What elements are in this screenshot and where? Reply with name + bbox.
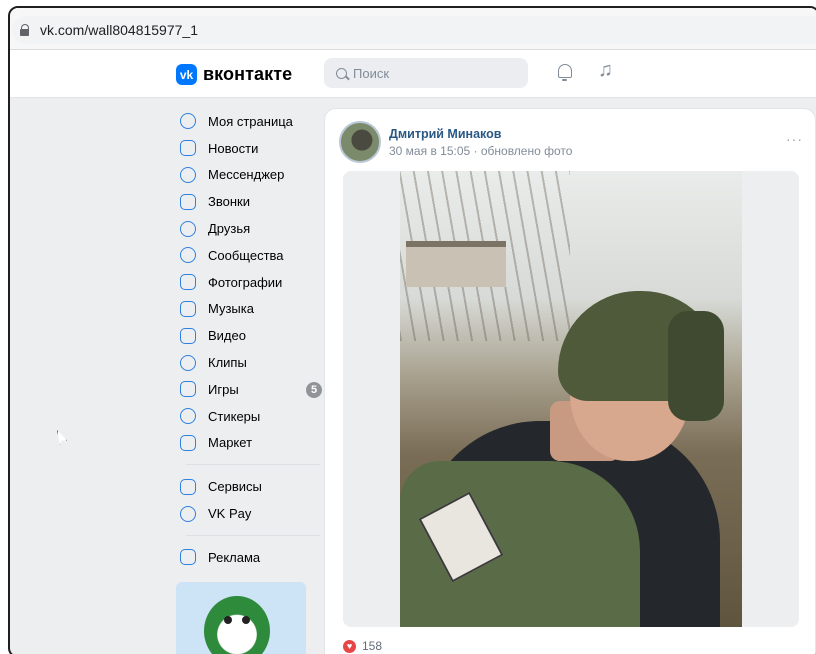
- sidebar-item-label: Моя страница: [208, 113, 293, 129]
- sidebar-divider: [186, 464, 320, 466]
- sidebar-item-label: Мессенджер: [208, 167, 285, 183]
- sidebar-item-label: Сервисы: [208, 479, 262, 495]
- sidebar-item-stickers[interactable]: Стикеры: [176, 403, 316, 430]
- sidebar-item-games[interactable]: Игры 5: [176, 376, 322, 403]
- sidebar-item-market[interactable]: Маркет: [176, 430, 316, 457]
- promo-eye: [242, 616, 250, 624]
- sidebar-item-photos[interactable]: Фотографии: [176, 269, 316, 296]
- sidebar-item-vkpay[interactable]: VK Pay: [176, 500, 316, 527]
- search-icon: [336, 67, 347, 79]
- phone-icon: [180, 193, 196, 210]
- video-icon: [180, 327, 196, 344]
- url-field[interactable]: vk.com/wall804815977_1: [12, 16, 816, 44]
- vk-logo-text: вконтакте: [203, 64, 293, 84]
- search-placeholder: Поиск: [353, 65, 390, 81]
- vkpay-icon: [180, 505, 196, 522]
- sidebar-item-label: Звонки: [208, 194, 250, 210]
- wall-post: Дмитрий Минаков 30 мая в 15:05 · обновле…: [324, 108, 816, 654]
- vk-logo-icon: vk: [176, 64, 197, 85]
- sidebar-item-label: Новости: [208, 140, 259, 156]
- market-icon: [180, 434, 196, 451]
- music-icon[interactable]: ♫: [598, 60, 613, 80]
- search-input[interactable]: Поиск: [324, 58, 528, 88]
- like-button[interactable]: ♥ 158: [343, 639, 382, 653]
- post-meta[interactable]: 30 мая в 15:05 · обновлено фото: [389, 144, 572, 158]
- sidebar-item-label: Реклама: [208, 549, 261, 565]
- games-icon: [180, 381, 196, 398]
- sidebar-item-communities[interactable]: Сообщества: [176, 242, 316, 269]
- music-icon: [180, 300, 196, 317]
- profile-icon: [180, 113, 196, 130]
- post-photo[interactable]: [400, 171, 742, 627]
- photo-house: [406, 241, 506, 287]
- bell-icon[interactable]: [558, 64, 572, 81]
- games-badge: 5: [306, 381, 322, 398]
- sidebar-item-label: Музыка: [208, 301, 254, 317]
- sidebar-item-label: Игры: [208, 381, 239, 397]
- lock-icon: [20, 24, 30, 36]
- browser-window: vk.com/wall804815977_1 vk вконтакте Поис…: [8, 6, 816, 654]
- avatar[interactable]: [339, 121, 381, 163]
- sidebar-item-friends[interactable]: Друзья: [176, 215, 316, 242]
- promo-banner[interactable]: [176, 582, 306, 654]
- more-options-icon[interactable]: ···: [786, 131, 803, 147]
- sidebar-divider: [186, 534, 320, 536]
- address-bar: vk.com/wall804815977_1: [10, 8, 816, 50]
- sidebar-item-calls[interactable]: Звонки: [176, 188, 316, 215]
- services-icon: [180, 478, 196, 495]
- promo-ball-image: [204, 596, 270, 654]
- sidebar-item-music[interactable]: Музыка: [176, 296, 316, 323]
- ads-icon: [180, 549, 196, 566]
- sidebar: Моя страница Новости Мессенджер Звонки Д…: [176, 108, 322, 571]
- vk-logo[interactable]: vk вконтакте: [176, 64, 292, 85]
- vk-header: vk вконтакте Поиск ♫: [10, 50, 816, 98]
- photos-icon: [180, 274, 196, 291]
- sidebar-item-label: Клипы: [208, 355, 247, 371]
- sidebar-item-label: Стикеры: [208, 408, 261, 424]
- sidebar-item-label: Видео: [208, 328, 246, 344]
- friends-icon: [180, 220, 196, 237]
- photo-helmet-rim: [668, 311, 724, 421]
- sidebar-item-news[interactable]: Новости: [176, 135, 316, 162]
- sidebar-item-label: Сообщества: [208, 247, 284, 263]
- sidebar-item-ads[interactable]: Реклама: [176, 544, 316, 571]
- sidebar-item-label: VK Pay: [208, 506, 252, 522]
- promo-eye: [224, 616, 232, 624]
- post-photo-container[interactable]: [343, 171, 799, 627]
- sidebar-item-label: Фотографии: [208, 274, 283, 290]
- stickers-icon: [180, 408, 196, 425]
- sidebar-item-clips[interactable]: Клипы: [176, 349, 316, 376]
- likes-count: 158: [362, 639, 383, 653]
- sidebar-item-messenger[interactable]: Мессенджер: [176, 162, 316, 189]
- post-author[interactable]: Дмитрий Минаков: [389, 127, 501, 141]
- clips-icon: [180, 354, 196, 371]
- sidebar-item-video[interactable]: Видео: [176, 322, 316, 349]
- communities-icon: [180, 247, 196, 264]
- sidebar-item-my-page[interactable]: Моя страница: [176, 108, 316, 135]
- news-icon: [180, 140, 196, 157]
- sidebar-item-services[interactable]: Сервисы: [176, 473, 316, 500]
- url-text: vk.com/wall804815977_1: [40, 22, 198, 38]
- sidebar-item-label: Маркет: [208, 435, 253, 451]
- heart-icon: ♥: [343, 639, 356, 653]
- sidebar-item-label: Друзья: [208, 221, 251, 237]
- messenger-icon: [180, 166, 196, 183]
